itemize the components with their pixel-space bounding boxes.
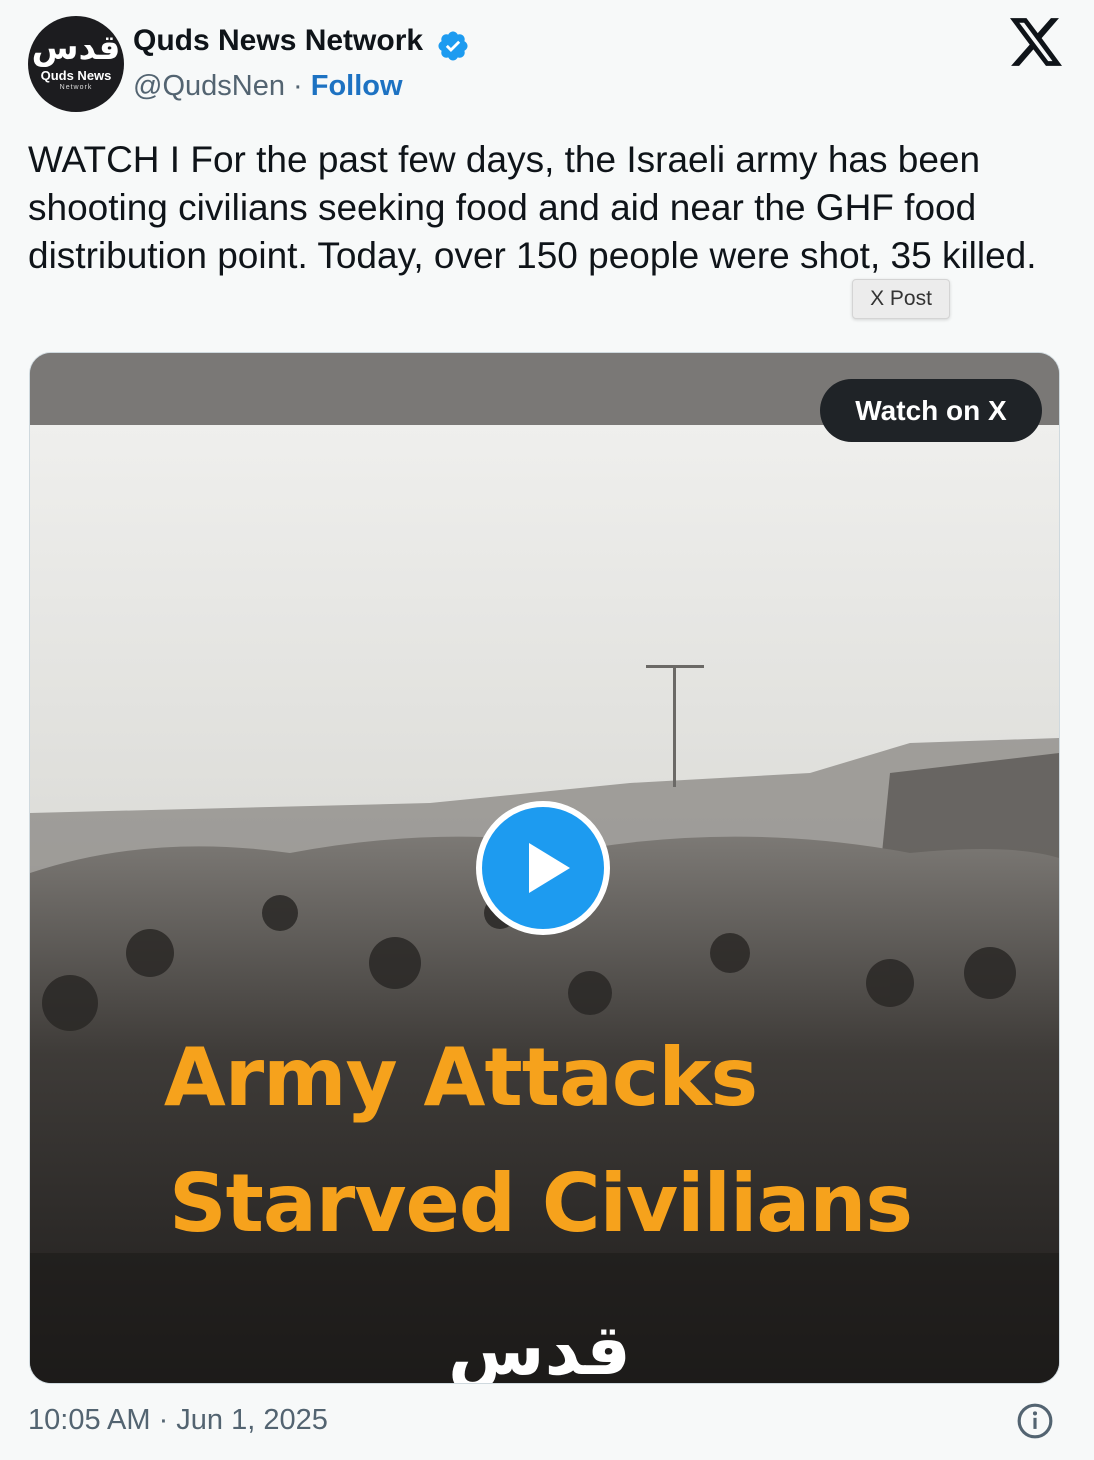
display-name[interactable]: Quds News Network bbox=[133, 24, 423, 58]
play-icon bbox=[529, 843, 570, 893]
tooltip: X Post bbox=[852, 279, 950, 319]
handle-row: @QudsNen · Follow bbox=[133, 70, 403, 103]
play-button[interactable] bbox=[476, 801, 610, 935]
x-logo-icon[interactable] bbox=[1010, 18, 1062, 66]
avatar[interactable]: قدس Quds News Network bbox=[28, 16, 124, 112]
video-caption-line2: Starved Civilians bbox=[169, 1157, 913, 1250]
video-caption-line1: Army Attacks bbox=[163, 1031, 758, 1124]
follow-button[interactable]: Follow bbox=[311, 70, 403, 102]
avatar-logo-glyph: قدس bbox=[31, 28, 121, 68]
avatar-logo-line1: Quds News bbox=[40, 68, 112, 83]
watch-on-x-button[interactable]: Watch on X bbox=[820, 379, 1042, 442]
handle-separator: · bbox=[293, 70, 303, 102]
info-icon[interactable] bbox=[1016, 1402, 1054, 1440]
video-player[interactable]: Watch on X Army Attacks Starved Civilian… bbox=[29, 352, 1060, 1384]
timestamp[interactable]: 10:05 AM · Jun 1, 2025 bbox=[28, 1404, 328, 1437]
avatar-logo-line2: Network bbox=[59, 84, 93, 91]
video-watermark: قدس bbox=[448, 1309, 631, 1384]
verified-badge-icon bbox=[438, 31, 468, 61]
tweet-text: WATCH I For the past few days, the Israe… bbox=[28, 139, 1037, 276]
handle[interactable]: @QudsNen bbox=[133, 70, 285, 102]
